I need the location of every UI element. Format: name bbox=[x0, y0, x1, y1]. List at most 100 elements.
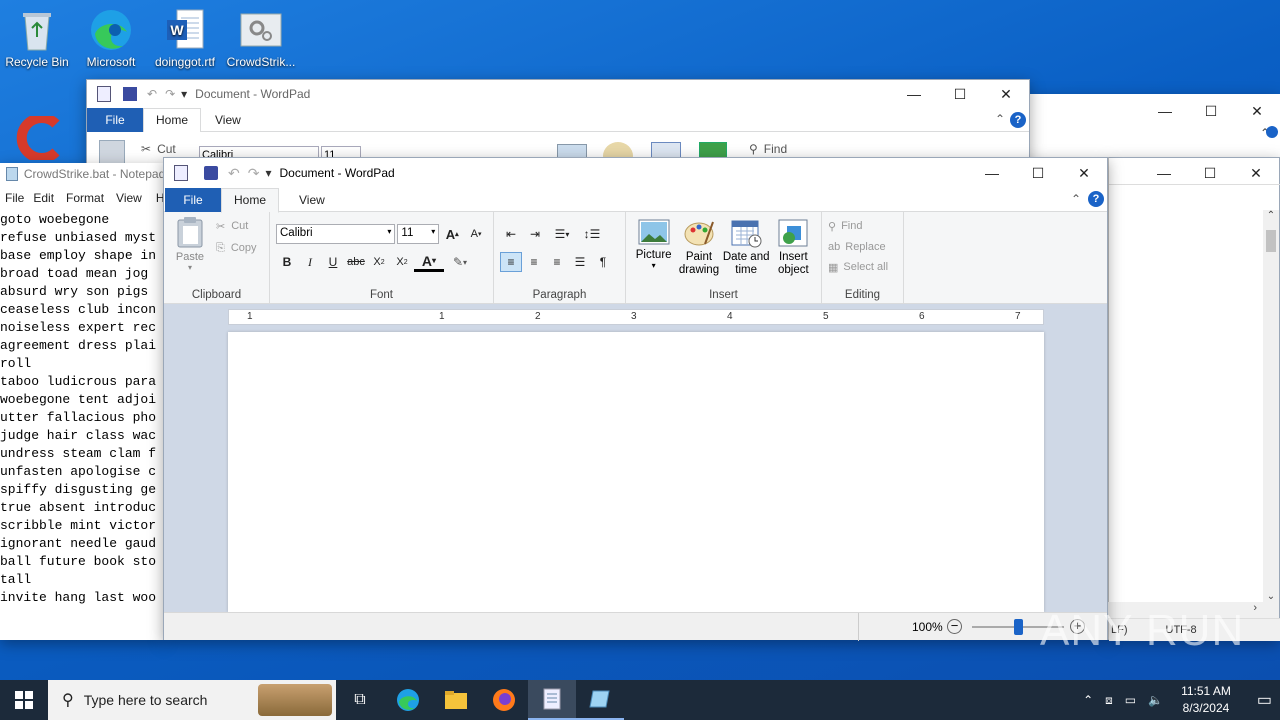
grow-font-icon[interactable]: A ▴ bbox=[441, 224, 463, 244]
align-left-icon[interactable]: ≡ bbox=[500, 252, 522, 272]
task-view-icon[interactable]: ⧉ bbox=[336, 680, 384, 720]
scroll-up-icon[interactable]: ⌃ bbox=[1263, 210, 1279, 221]
find-button[interactable]: ⚲ Find bbox=[828, 220, 897, 233]
zoom-slider-thumb[interactable] bbox=[1014, 619, 1023, 635]
chevron-up-icon[interactable]: ⌃ bbox=[995, 112, 1005, 126]
desktop-icon-recycle-bin[interactable]: Recycle Bin bbox=[0, 8, 74, 69]
font-name-select[interactable]: Calibri ▾ bbox=[276, 224, 396, 244]
volume-icon[interactable]: 🔈 bbox=[1148, 693, 1163, 707]
wordpad-taskbar-icon[interactable] bbox=[528, 680, 576, 720]
replace-button[interactable]: ab Replace bbox=[828, 241, 897, 253]
tab-file[interactable]: File bbox=[87, 107, 143, 132]
minimize-icon[interactable]: — bbox=[891, 79, 937, 109]
scrollbar-thumb[interactable] bbox=[1266, 230, 1276, 252]
help-icon[interactable]: ? bbox=[1088, 191, 1104, 207]
firefox-icon[interactable] bbox=[480, 680, 528, 720]
strikethrough-icon[interactable]: abc bbox=[345, 252, 367, 272]
paste-button[interactable]: Paste ▾ bbox=[174, 216, 206, 272]
redo-icon[interactable]: ↷ bbox=[165, 87, 175, 101]
font-size-select[interactable]: 11 ▾ bbox=[397, 224, 440, 244]
menu-edit[interactable]: Edit bbox=[33, 191, 54, 205]
help-icon[interactable] bbox=[1266, 126, 1278, 138]
italic-icon[interactable]: I bbox=[299, 252, 321, 272]
network-device-icon[interactable]: ⧈ bbox=[1105, 693, 1113, 708]
wordpad-icon bbox=[97, 86, 111, 102]
paint-drawing-button[interactable]: Paint drawing bbox=[677, 218, 720, 277]
clock[interactable]: 11:51 AM 8/3/2024 bbox=[1181, 683, 1231, 717]
subscript-icon[interactable]: X2 bbox=[368, 252, 390, 272]
bold-icon[interactable]: B bbox=[276, 252, 298, 272]
paste-dropdown-icon[interactable]: ▾ bbox=[174, 263, 206, 272]
start-button[interactable] bbox=[0, 680, 48, 720]
desktop-icon-doinggot[interactable]: W doinggot.rtf bbox=[148, 8, 222, 69]
decrease-indent-icon[interactable]: ⇤ bbox=[500, 224, 522, 244]
maximize-icon[interactable]: ☐ bbox=[937, 79, 983, 109]
document-area: 1 1 2 3 4 5 6 7 bbox=[164, 304, 1107, 612]
copy-button[interactable]: ⎘ Copy bbox=[216, 242, 257, 255]
edge-icon bbox=[89, 8, 133, 52]
redo-icon[interactable]: ↷ bbox=[248, 165, 260, 182]
edge-taskbar-icon[interactable] bbox=[384, 680, 432, 720]
increase-indent-icon[interactable]: ⇥ bbox=[524, 224, 546, 244]
undo-icon[interactable]: ↶ bbox=[147, 87, 157, 101]
highlight-icon[interactable]: ✎ ▾ bbox=[445, 252, 475, 272]
scroll-down-icon[interactable]: ⌄ bbox=[1263, 591, 1279, 602]
align-center-icon[interactable]: ≡ bbox=[523, 252, 545, 272]
align-right-icon[interactable]: ≡ bbox=[546, 252, 568, 272]
desktop-icon-crowdstrike[interactable]: CrowdStrik... bbox=[224, 8, 298, 69]
picture-button[interactable]: Picture ▾ bbox=[632, 218, 675, 277]
select-all-button[interactable]: ▦ Select all bbox=[828, 261, 897, 274]
paragraph-settings-icon[interactable]: ¶ bbox=[592, 252, 614, 272]
close-button[interactable]: ✕ bbox=[1061, 158, 1107, 188]
quick-access-dropdown-icon[interactable]: ▾ bbox=[265, 166, 271, 180]
menu-format[interactable]: Format bbox=[66, 191, 104, 205]
tab-home[interactable]: Home bbox=[221, 187, 279, 213]
desktop-icon-edge[interactable]: Microsoft Edge bbox=[74, 8, 148, 69]
network-icon[interactable]: ▭ bbox=[1125, 693, 1136, 707]
shrink-font-icon[interactable]: A ▾ bbox=[465, 224, 487, 244]
menu-file[interactable]: File bbox=[5, 191, 24, 205]
save-icon[interactable] bbox=[204, 166, 218, 180]
tab-file[interactable]: File bbox=[165, 187, 221, 212]
minimize-icon[interactable]: — bbox=[1142, 96, 1188, 126]
bullets-icon[interactable]: ☰ ▾ bbox=[548, 224, 576, 244]
tab-view[interactable]: View bbox=[201, 108, 255, 132]
chevron-up-icon[interactable]: ⌃ bbox=[1083, 693, 1093, 707]
find-button[interactable]: ⚲ Find bbox=[749, 142, 787, 156]
zoom-out-icon[interactable]: − bbox=[947, 619, 962, 634]
tab-home[interactable]: Home bbox=[143, 107, 201, 132]
cut-button[interactable]: ✂ Cut bbox=[216, 220, 248, 233]
minimize-button[interactable]: — bbox=[969, 158, 1015, 188]
menu-view[interactable]: View bbox=[116, 191, 142, 205]
notepad-taskbar-icon[interactable] bbox=[576, 680, 624, 720]
help-icon[interactable]: ? bbox=[1010, 112, 1026, 128]
maximize-icon[interactable]: ☐ bbox=[1188, 96, 1234, 126]
close-icon[interactable]: ✕ bbox=[983, 79, 1029, 109]
line-spacing-icon[interactable]: ↕☰ bbox=[578, 224, 606, 244]
vertical-scrollbar[interactable]: ⌃ ⌄ bbox=[1263, 210, 1279, 602]
search-box[interactable]: ⚲ Type here to search bbox=[48, 680, 336, 720]
collapse-ribbon-icon[interactable]: ⌃ bbox=[1071, 192, 1081, 206]
scroll-right-icon[interactable]: › bbox=[1253, 602, 1257, 614]
tab-view[interactable]: View bbox=[285, 188, 339, 212]
wordpad-back-titlebar: ↶ ↷ ▾ Document - WordPad — ☐ ✕ bbox=[87, 80, 1029, 108]
maximize-button[interactable]: ☐ bbox=[1015, 158, 1061, 188]
quick-access-dropdown-icon[interactable]: ▾ bbox=[181, 87, 187, 101]
undo-icon[interactable]: ↶ bbox=[228, 165, 240, 182]
notepad-text-area[interactable]: goto woebegone refuse unbiased myst base e… bbox=[0, 211, 163, 640]
ruler[interactable]: 1 1 2 3 4 5 6 7 bbox=[228, 309, 1044, 325]
insert-object-button[interactable]: Insert object bbox=[772, 218, 815, 277]
notifications-icon[interactable]: ▭ bbox=[1257, 690, 1272, 710]
superscript-icon[interactable]: X2 bbox=[391, 252, 413, 272]
close-icon[interactable]: ✕ bbox=[1234, 96, 1280, 126]
cut-button[interactable]: ✂ Cut bbox=[141, 142, 176, 156]
justify-icon[interactable]: ☰ bbox=[569, 252, 591, 272]
underline-icon[interactable]: U bbox=[322, 252, 344, 272]
text-color-icon[interactable]: A ▾ bbox=[414, 252, 444, 272]
date-time-button[interactable]: Date and time bbox=[723, 218, 770, 277]
save-icon[interactable] bbox=[123, 87, 137, 101]
file-explorer-icon[interactable] bbox=[432, 680, 480, 720]
paint-drawing-label: Paint drawing bbox=[678, 251, 720, 276]
ccleaner-icon[interactable] bbox=[16, 113, 66, 163]
document-page[interactable] bbox=[228, 332, 1044, 612]
